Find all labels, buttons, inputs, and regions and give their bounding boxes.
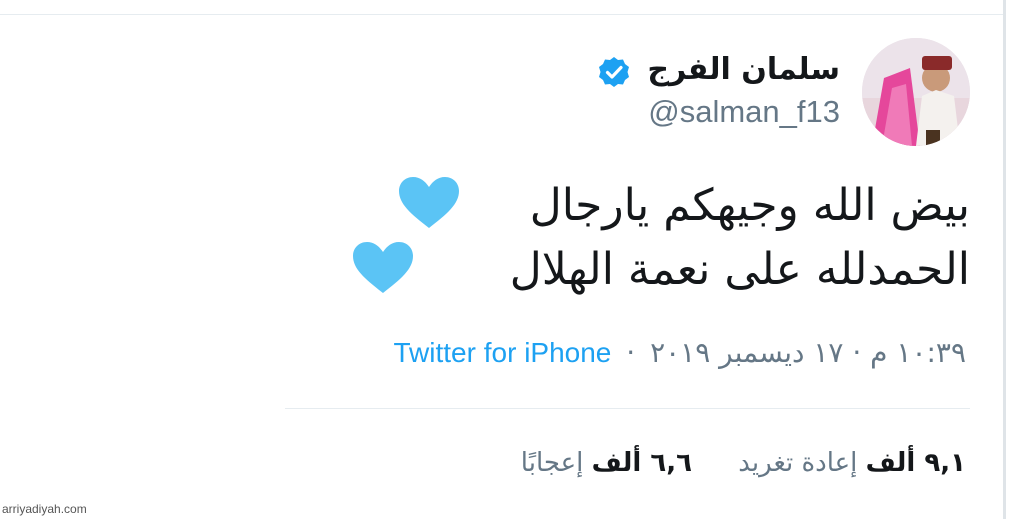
likes-label: إعجابًا	[520, 448, 584, 478]
retweets-count: ٩,١ ألف	[865, 448, 966, 478]
stats-divider	[285, 408, 970, 409]
retweets-stat[interactable]: ٩,١ ألف إعادة تغريد	[738, 448, 966, 478]
likes-count: ٦,٦ ألف	[591, 448, 692, 478]
avatar[interactable]	[862, 38, 970, 146]
source-link[interactable]: Twitter for iPhone	[394, 337, 612, 368]
likes-stat[interactable]: ٦,٦ ألف إعجابًا	[521, 448, 692, 478]
tweet-stats: ٩,١ ألف إعادة تغريد ٦,٦ ألف إعجابًا	[483, 448, 966, 478]
display-name[interactable]: سلمان الفرج	[647, 52, 840, 87]
user-handle[interactable]: @salman_f13	[648, 94, 840, 130]
tweet-text-line-2: الحمدلله على نعمة الهلال	[509, 244, 970, 295]
watermark: arriyadiyah.com	[2, 502, 87, 516]
tweet-text-line-1: بيض الله وجيهكم يارجال	[529, 180, 970, 231]
blue-heart-icon	[353, 242, 413, 293]
time-date[interactable]: ١٠:٣٩ م · ١٧ ديسمبر ٢٠١٩	[650, 336, 966, 369]
right-border	[1003, 0, 1006, 519]
tweet-timestamp: ١٠:٣٩ م · ١٧ ديسمبر ٢٠١٩ · Twitter for i…	[394, 336, 967, 369]
retweets-label: إعادة تغريد	[738, 448, 858, 478]
top-divider	[0, 14, 1003, 15]
verified-badge-icon	[599, 57, 629, 87]
avatar-photo	[862, 38, 970, 146]
meta-separator: ·	[626, 336, 636, 369]
blue-heart-icon	[399, 177, 459, 228]
